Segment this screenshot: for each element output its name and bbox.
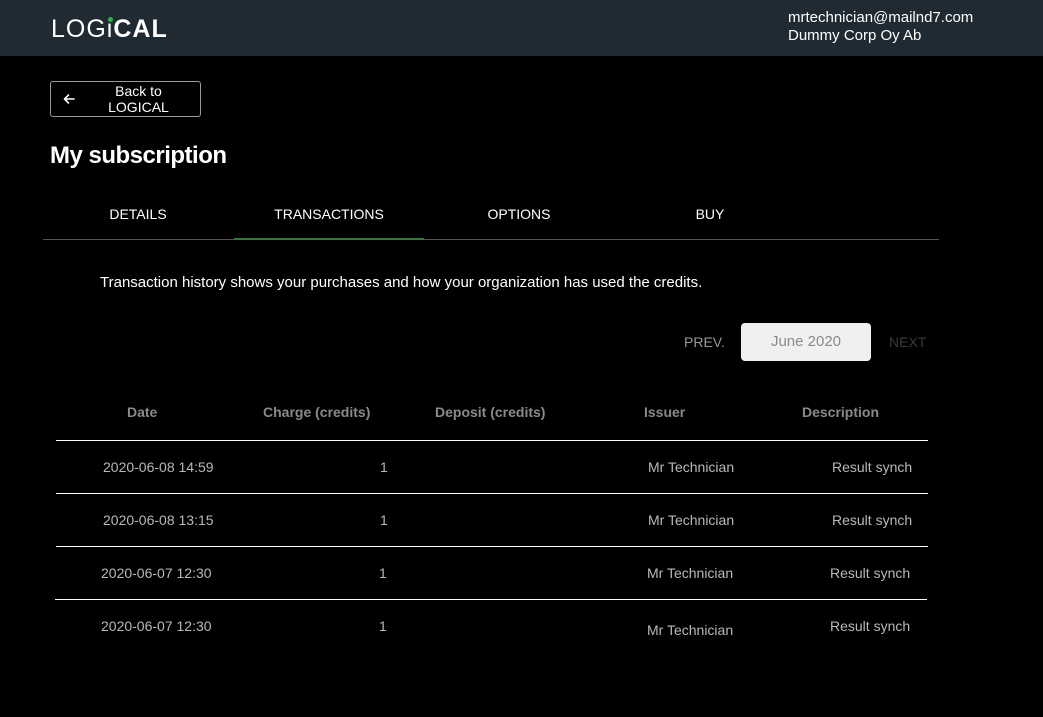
tab-details[interactable]: DETAILS — [43, 196, 233, 239]
table-divider — [56, 493, 928, 494]
row-charge: 1 — [380, 459, 388, 475]
tab-buy[interactable]: BUY — [615, 196, 805, 239]
row-description: Result synch — [830, 618, 911, 634]
transactions-intro-text: Transaction history shows your purchases… — [100, 274, 703, 291]
row-date: 2020-06-08 13:15 — [103, 512, 214, 528]
back-to-logical-button[interactable]: Back to LOGICAL — [50, 81, 201, 117]
row-description: Result synch — [832, 459, 913, 475]
logo-text-part1: LOG — [51, 15, 107, 43]
logo-green-dot — [107, 17, 113, 22]
prev-month-button[interactable]: PREV. — [684, 334, 725, 350]
row-description: Result synch — [830, 565, 911, 581]
month-selector[interactable]: June 2020 — [741, 323, 871, 361]
tab-options[interactable]: OPTIONS — [424, 196, 614, 239]
page-title: My subscription — [50, 142, 227, 169]
row-issuer: Mr Technician — [647, 622, 734, 638]
table-divider — [55, 599, 927, 600]
logo-i-wrapper: i — [107, 15, 114, 44]
row-issuer: Mr Technician — [648, 512, 735, 528]
subscription-tabs: DETAILS TRANSACTIONS OPTIONS BUY — [43, 196, 939, 240]
column-header-issuer: Issuer — [644, 404, 686, 420]
top-bar: LOG i CAL mrtechnician@mailnd7.com Dummy C… — [0, 0, 1043, 56]
row-charge: 1 — [379, 618, 387, 634]
column-header-date: Date — [127, 404, 158, 420]
row-description: Result synch — [832, 512, 913, 528]
user-email: mrtechnician@mailnd7.com — [788, 9, 974, 26]
table-divider — [56, 546, 928, 547]
row-charge: 1 — [380, 512, 388, 528]
row-date: 2020-06-07 12:30 — [101, 618, 212, 634]
row-issuer: Mr Technician — [647, 565, 734, 581]
row-date: 2020-06-07 12:30 — [101, 565, 212, 581]
table-divider — [56, 440, 928, 441]
next-month-button[interactable]: NEXT — [889, 334, 926, 350]
user-info[interactable]: mrtechnician@mailnd7.com Dummy Corp Oy A… — [788, 9, 973, 45]
row-issuer: Mr Technician — [648, 459, 735, 475]
tab-transactions[interactable]: TRANSACTIONS — [234, 196, 424, 240]
back-button-label: Back to LOGICAL — [108, 83, 169, 115]
logical-logo[interactable]: LOG i CAL — [51, 15, 168, 45]
row-date: 2020-06-08 14:59 — [103, 459, 214, 475]
column-header-description: Description — [802, 404, 880, 420]
organization-name: Dummy Corp Oy Ab — [788, 27, 922, 44]
logo-text-part3: CAL — [113, 15, 168, 43]
arrow-left-icon — [63, 94, 75, 104]
row-charge: 1 — [379, 565, 387, 581]
column-header-deposit: Deposit (credits) — [435, 404, 546, 420]
column-header-charge: Charge (credits) — [263, 404, 371, 420]
